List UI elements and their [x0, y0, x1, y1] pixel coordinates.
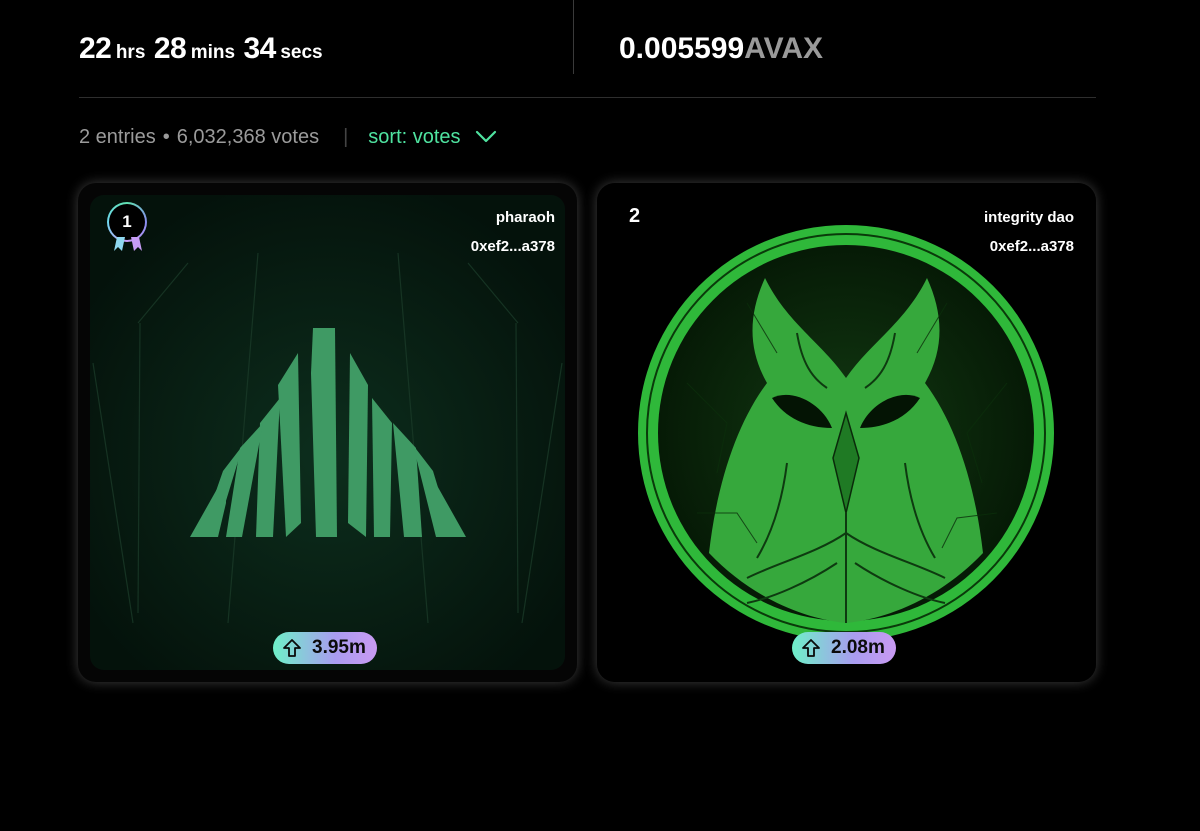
entry-address: 0xef2...a378 — [470, 238, 555, 255]
entry-info: pharaoh 0xef2...a378 — [471, 203, 555, 261]
countdown-seconds-unit: secs — [280, 42, 323, 63]
separator-dot: • — [162, 125, 170, 148]
entry-info: integrity dao 0xef2...a378 — [984, 203, 1074, 261]
entry-card[interactable]: 1 pharaoh 0xef2...a378 3.95m — [78, 183, 577, 682]
countdown-hours-unit: hrs — [115, 42, 146, 63]
entry-name: pharaoh — [495, 209, 555, 226]
vote-button[interactable]: 3.95m — [273, 632, 377, 664]
chevron-down-icon — [475, 130, 496, 143]
entry-name: integrity dao — [983, 209, 1074, 226]
votes-total: 6,032,368 votes — [176, 125, 320, 148]
rank-number: 1 — [109, 204, 145, 240]
entry-card[interactable]: 2 integrity dao 0xef2...a378 2.08m — [597, 183, 1096, 682]
sort-dropdown[interactable]: sort: votes — [368, 126, 496, 149]
countdown-hours: 22 — [79, 32, 112, 65]
rank-badge: 1 — [107, 202, 149, 254]
entry-address: 0xef2...a378 — [989, 238, 1074, 255]
prize-amount: 0.005599AVAX — [619, 32, 823, 66]
medal-icon — [114, 237, 142, 251]
sort-label: sort: votes — [368, 125, 461, 148]
stats-header: 22 hrs 28 mins 34 secs 0.005599AVAX — [79, 0, 1096, 98]
vote-button[interactable]: 2.08m — [792, 632, 896, 664]
prize-currency: AVAX — [744, 32, 824, 65]
entries-count: 2 entries — [79, 125, 156, 148]
arrow-up-icon — [802, 639, 820, 657]
countdown-minutes: 28 — [153, 32, 187, 65]
countdown-seconds: 34 — [243, 32, 277, 65]
arrow-up-icon — [283, 639, 301, 657]
rank-number: 2 — [629, 205, 641, 227]
stats-divider — [573, 0, 574, 74]
prize-value: 0.005599 — [619, 32, 745, 65]
vote-count: 2.08m — [831, 637, 885, 658]
countdown-minutes-unit: mins — [190, 42, 236, 63]
summary-divider: | — [343, 125, 349, 148]
vote-count: 3.95m — [312, 637, 366, 658]
entries-summary: 2 entries • 6,032,368 votes | sort: vote… — [79, 124, 497, 150]
countdown-timer: 22 hrs 28 mins 34 secs — [79, 32, 327, 66]
